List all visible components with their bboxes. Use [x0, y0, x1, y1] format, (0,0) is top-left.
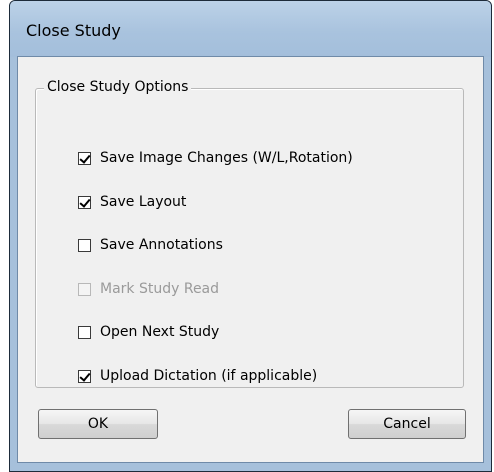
title-bar[interactable]: Close Study: [10, 1, 491, 57]
option-label: Save Layout: [100, 194, 187, 210]
checkbox[interactable]: [78, 325, 91, 339]
group-legend: Close Study Options: [44, 79, 192, 95]
checkbox[interactable]: [78, 151, 91, 165]
option-upload-dictation[interactable]: Upload Dictation (if applicable): [78, 366, 317, 386]
option-label: Save Image Changes (W/L,Rotation): [100, 150, 353, 166]
option-save-annotations[interactable]: Save Annotations: [78, 235, 223, 255]
ok-button[interactable]: OK: [38, 409, 158, 439]
option-save-image-changes[interactable]: Save Image Changes (W/L,Rotation): [78, 148, 353, 168]
checkbox[interactable]: [78, 238, 91, 252]
window-title: Close Study: [26, 21, 121, 40]
cancel-button[interactable]: Cancel: [348, 409, 466, 439]
option-save-layout[interactable]: Save Layout: [78, 192, 186, 212]
checkbox: [78, 282, 91, 296]
option-label: Save Annotations: [100, 237, 223, 253]
checkbox[interactable]: [78, 369, 91, 383]
option-mark-study-read: Mark Study Read: [78, 279, 219, 299]
option-label: Mark Study Read: [100, 281, 220, 297]
dialog-client-area: Close Study Options Save Image Changes (…: [17, 56, 484, 463]
checkbox[interactable]: [78, 195, 91, 209]
option-label: Open Next Study: [100, 324, 220, 340]
option-label: Upload Dictation (if applicable): [100, 368, 318, 384]
dialog-window: Close Study Close Study Options Save Ima…: [0, 0, 494, 472]
option-open-next-study[interactable]: Open Next Study: [78, 322, 219, 342]
